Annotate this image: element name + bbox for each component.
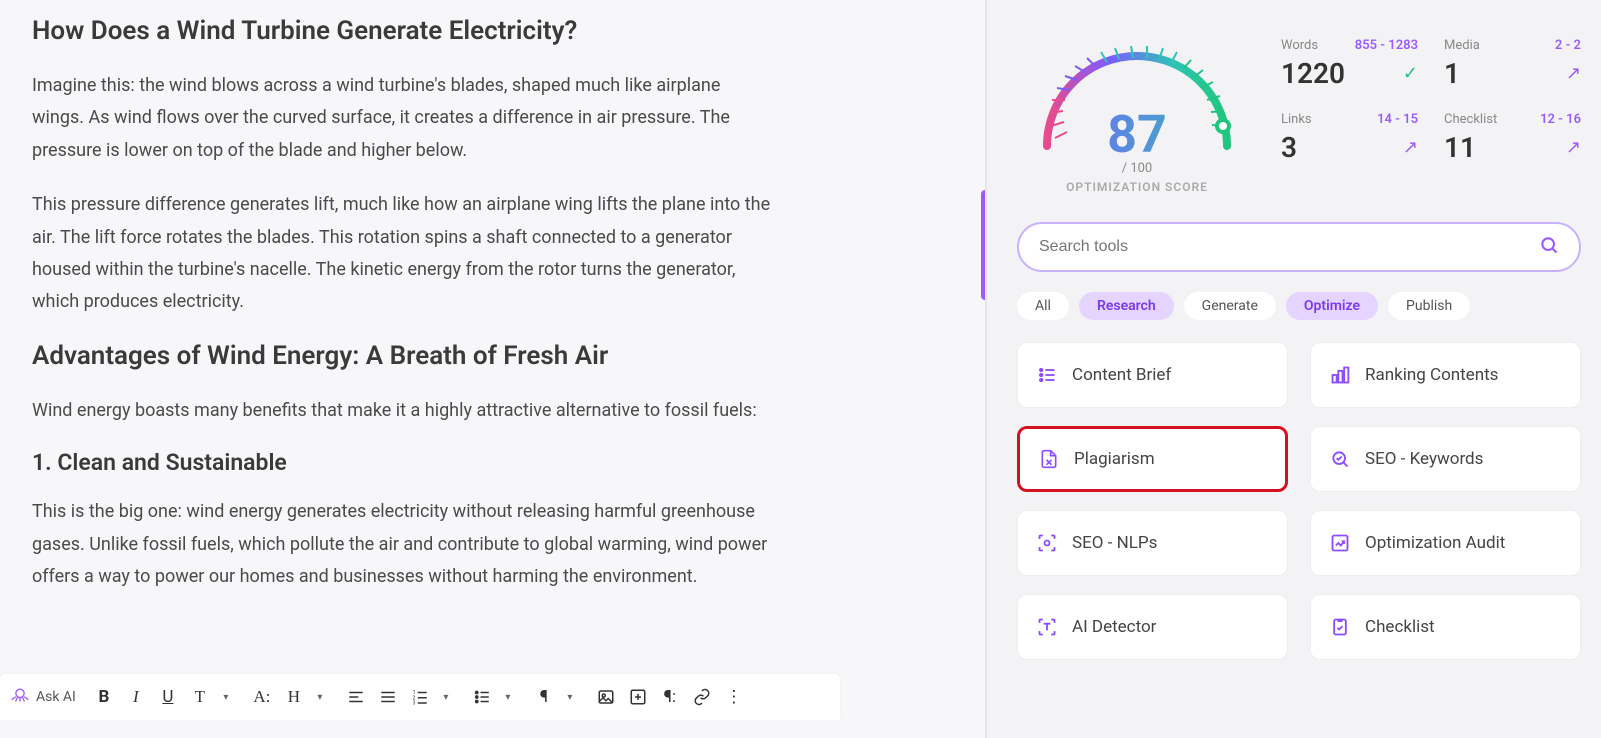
paragraph: Wind energy boasts many benefits that ma…: [32, 395, 772, 427]
stat-range: 14 - 15: [1377, 112, 1418, 127]
ordered-list-button[interactable]: 123: [406, 682, 434, 712]
chip-generate[interactable]: Generate: [1184, 292, 1276, 320]
stat-value: 1: [1444, 57, 1460, 90]
stat-label: Media: [1444, 38, 1480, 53]
paragraph-direction-button[interactable]: ¶: [530, 682, 558, 712]
chevron-down-icon[interactable]: ▾: [432, 682, 460, 712]
list-icon: [1036, 364, 1058, 386]
tool-ai-detector[interactable]: AI Detector: [1017, 594, 1288, 660]
tool-plagiarism[interactable]: Plagiarism: [1017, 426, 1288, 492]
search-check-icon: [1329, 448, 1351, 470]
bullet-list-button[interactable]: [468, 682, 496, 712]
heading-button[interactable]: H: [280, 682, 308, 712]
stat-value: 3: [1281, 131, 1297, 164]
link-button[interactable]: [688, 682, 716, 712]
tool-label: Checklist: [1365, 617, 1435, 637]
stat-media[interactable]: Media 2 - 2 1 ↗: [1444, 38, 1581, 90]
filter-chips: All Research Generate Optimize Publish: [1017, 292, 1581, 320]
underline-button[interactable]: U: [154, 682, 182, 712]
align-left-button[interactable]: [342, 682, 370, 712]
ask-ai-button[interactable]: Ask AI: [36, 689, 76, 705]
clipboard-check-icon: [1329, 616, 1351, 638]
editor-toolbar: Ask AI B I U T ▾ A: H ▾ 123 ▾: [0, 674, 840, 720]
stat-range: 855 - 1283: [1355, 38, 1418, 53]
heading-turbine: How Does a Wind Turbine Generate Electri…: [32, 16, 945, 46]
search-tools-box[interactable]: [1017, 222, 1581, 272]
stat-range: 12 - 16: [1540, 112, 1581, 127]
stat-checklist[interactable]: Checklist 12 - 16 11 ↗: [1444, 112, 1581, 164]
chevron-down-icon[interactable]: ▾: [212, 682, 240, 712]
chip-publish[interactable]: Publish: [1388, 292, 1470, 320]
arrow-up-right-icon: ↗: [1566, 63, 1581, 84]
subheading-clean: 1. Clean and Sustainable: [32, 449, 945, 476]
text-scan-icon: [1036, 616, 1058, 638]
tool-label: SEO - Keywords: [1365, 449, 1483, 469]
insert-button[interactable]: [624, 682, 652, 712]
bold-button[interactable]: B: [90, 682, 118, 712]
stat-links[interactable]: Links 14 - 15 3 ↗: [1281, 112, 1418, 164]
heading-advantages: Advantages of Wind Energy: A Breath of F…: [32, 341, 945, 371]
chevron-down-icon[interactable]: ▾: [556, 682, 584, 712]
tool-label: Ranking Contents: [1365, 365, 1498, 385]
image-button[interactable]: [592, 682, 620, 712]
tool-label: Optimization Audit: [1365, 533, 1505, 553]
tool-label: SEO - NLPs: [1072, 533, 1157, 553]
svg-text:3: 3: [412, 701, 415, 707]
chevron-down-icon[interactable]: ▾: [306, 682, 334, 712]
stat-range: 2 - 2: [1555, 38, 1581, 53]
more-button[interactable]: ⋮: [720, 682, 748, 712]
tool-seo-nlps[interactable]: SEO - NLPs: [1017, 510, 1288, 576]
text-color-button[interactable]: A:: [248, 682, 276, 712]
check-icon: ✓: [1403, 63, 1418, 84]
stat-value: 11: [1444, 131, 1476, 164]
tool-ranking-contents[interactable]: Ranking Contents: [1310, 342, 1581, 408]
search-icon[interactable]: [1539, 235, 1559, 260]
stat-value: 1220: [1281, 57, 1345, 90]
paragraph: Imagine this: the wind blows across a wi…: [32, 70, 772, 167]
stat-words[interactable]: Words 855 - 1283 1220 ✓: [1281, 38, 1418, 90]
tool-grid: Content Brief Ranking Contents Plagiaris…: [1017, 342, 1581, 660]
ai-octopus-icon: [10, 685, 30, 710]
italic-button[interactable]: I: [122, 682, 150, 712]
scan-icon: [1036, 532, 1058, 554]
arrow-up-right-icon: ↗: [1403, 137, 1418, 158]
stats-grid: Words 855 - 1283 1220 ✓ Media 2 - 2 1 ↗ Link…: [1281, 16, 1581, 164]
tool-seo-keywords[interactable]: SEO - Keywords: [1310, 426, 1581, 492]
editor-content[interactable]: How Does a Wind Turbine Generate Electri…: [32, 16, 945, 593]
arrow-up-right-icon: ↗: [1566, 137, 1581, 158]
side-panel: 87 / 100 OPTIMIZATION SCORE Words 855 - 1…: [985, 0, 1601, 738]
score-row: 87 / 100 OPTIMIZATION SCORE Words 855 - 1…: [1017, 16, 1581, 194]
chip-optimize[interactable]: Optimize: [1286, 292, 1378, 320]
document-x-icon: [1038, 448, 1060, 470]
score-label: OPTIMIZATION SCORE: [1017, 180, 1257, 194]
score-max: / 100: [1017, 161, 1257, 176]
chevron-down-icon[interactable]: ▾: [494, 682, 522, 712]
optimization-gauge: 87 / 100 OPTIMIZATION SCORE: [1017, 16, 1257, 194]
stat-label: Links: [1281, 112, 1312, 127]
font-button[interactable]: T: [186, 682, 214, 712]
tool-content-brief[interactable]: Content Brief: [1017, 342, 1288, 408]
stat-label: Words: [1281, 38, 1318, 53]
tool-checklist[interactable]: Checklist: [1310, 594, 1581, 660]
stat-label: Checklist: [1444, 112, 1497, 127]
chart-up-icon: [1329, 532, 1351, 554]
chip-research[interactable]: Research: [1079, 292, 1174, 320]
tool-optimization-audit[interactable]: Optimization Audit: [1310, 510, 1581, 576]
search-input[interactable]: [1039, 238, 1539, 256]
align-justify-button[interactable]: [374, 682, 402, 712]
tool-label: Content Brief: [1072, 365, 1171, 385]
tool-label: AI Detector: [1072, 617, 1156, 637]
bar-chart-icon: [1329, 364, 1351, 386]
paragraph-style-button[interactable]: ¶:: [656, 682, 684, 712]
paragraph: This is the big one: wind energy generat…: [32, 496, 772, 593]
tool-label: Plagiarism: [1074, 449, 1155, 469]
editor-pane: How Does a Wind Turbine Generate Electri…: [0, 0, 985, 738]
chip-all[interactable]: All: [1017, 292, 1069, 320]
paragraph: This pressure difference generates lift,…: [32, 189, 772, 319]
